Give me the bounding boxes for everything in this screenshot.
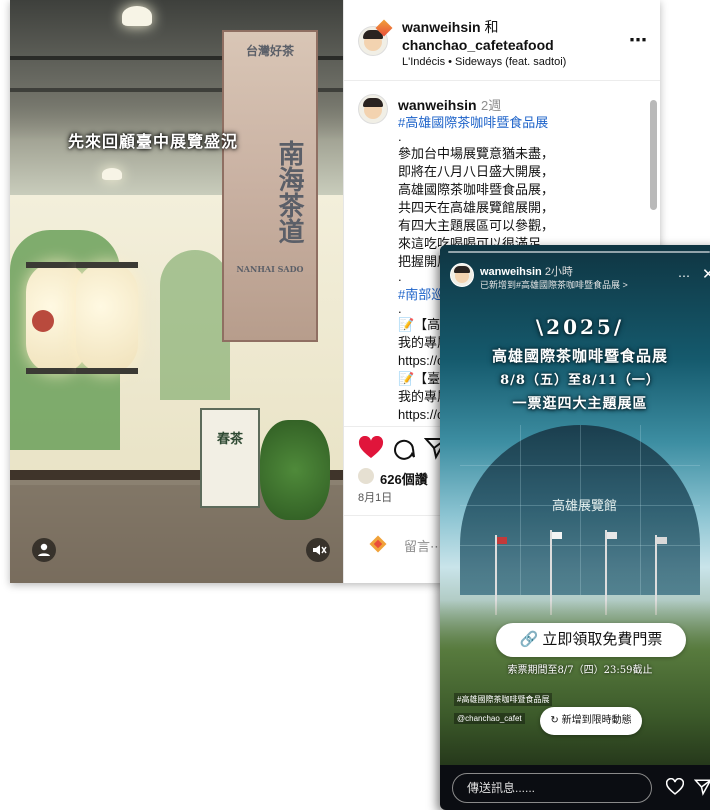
- story-title-year: \2025/: [535, 315, 625, 339]
- story-title-ticket: 一票逛四大主題展區: [512, 396, 648, 412]
- free-ticket-link-sticker[interactable]: 🔗 立即領取免費門票: [496, 623, 686, 657]
- caption-avatar[interactable]: [358, 94, 388, 124]
- flag: [552, 532, 562, 539]
- story-username[interactable]: wanweihsin: [480, 266, 542, 278]
- story-send-icon[interactable]: [694, 778, 710, 796]
- add-story-label: 新增到限時動態: [561, 715, 632, 726]
- repost-icon: ↻: [550, 715, 562, 726]
- mute-button[interactable]: [306, 538, 330, 562]
- caption-line: 共四天在高雄展覽館展開，: [398, 200, 555, 215]
- header-usernames: wanweihsin 和 chanchao_cafeteafood: [402, 18, 554, 54]
- cta-label: 立即領取免費門票: [542, 631, 663, 648]
- lantern-seal: [32, 310, 54, 332]
- story-viewer: 高雄展覽館 wanweihsin 2小時 已新增到#高雄國際茶咖啡暨食品展 > …: [440, 245, 710, 810]
- facade-line: [640, 425, 641, 595]
- story-hashtag-sticker[interactable]: #高雄國際茶咖啡暨食品展: [454, 693, 553, 706]
- facade-line: [520, 425, 521, 595]
- ceiling-lamp: [102, 168, 122, 180]
- liker-avatar[interactable]: [358, 468, 374, 484]
- post-media[interactable]: 台灣好茶 南海茶道 NANHAI SADO 先來回顧臺中展覽盛況 春茶: [10, 0, 343, 583]
- story-close-icon[interactable]: ✕: [702, 265, 710, 283]
- caption-time: 2週: [481, 98, 502, 113]
- caption-hashtag-link[interactable]: #南部巡: [398, 284, 444, 303]
- speaker-muted-icon: [313, 545, 327, 555]
- caption-hashtag-link[interactable]: #高雄國際茶咖啡暨食品展: [398, 112, 548, 131]
- flag: [607, 532, 617, 539]
- product-sign: 春茶: [200, 408, 260, 508]
- caption-line: 有四大主題展區可以參觀，: [398, 218, 555, 233]
- music-attribution[interactable]: L'Indécis • Sideways (feat. sadtoi): [402, 56, 566, 68]
- flag: [657, 537, 667, 544]
- story-more-icon[interactable]: ⋯: [678, 269, 691, 283]
- person-icon: [38, 543, 50, 556]
- story-like-heart-icon[interactable]: [666, 778, 684, 796]
- paper-lantern: [76, 262, 138, 374]
- story-message-input[interactable]: 傳送訊息......: [452, 773, 652, 803]
- lantern-band: [76, 262, 138, 268]
- tagged-users-button[interactable]: [32, 538, 56, 562]
- story-title-dates: 8/8（五）至8/11（一）: [500, 373, 660, 388]
- caption-line: 即將在八月八日盛大開展，: [398, 164, 555, 179]
- like-heart-icon[interactable]: [358, 436, 384, 460]
- green-panel: [160, 250, 230, 400]
- banner-top-text: 台灣好茶: [245, 44, 294, 58]
- story-mention-sticker[interactable]: @chanchao_cafet: [454, 713, 525, 724]
- story-progress-bar: [448, 251, 710, 253]
- story-title-event: 高雄國際茶咖啡暨食品展: [491, 347, 668, 365]
- story-header: wanweihsin 2小時: [480, 263, 573, 279]
- link-icon: 🔗: [519, 631, 539, 648]
- flag: [497, 537, 507, 544]
- post-date: 8月1日: [358, 492, 393, 504]
- header-divider: [344, 80, 660, 81]
- likes-count[interactable]: 626個讚: [380, 469, 428, 488]
- comment-icon[interactable]: [392, 436, 416, 460]
- banner-main-text: 南海茶道: [274, 140, 304, 244]
- caption-scrollbar[interactable]: [650, 100, 657, 210]
- more-options-icon[interactable]: ⋯: [629, 30, 648, 51]
- header-user2-link[interactable]: chanchao_cafeteafood: [402, 37, 554, 53]
- potted-plant: [260, 420, 330, 520]
- caption-username[interactable]: wanweihsin: [398, 97, 477, 113]
- hanging-banner: 台灣好茶 南海茶道 NANHAI SADO: [222, 30, 318, 342]
- ceiling-lamp: [122, 6, 152, 26]
- story-highlight-link[interactable]: 已新增到#高雄國際茶咖啡暨食品展 >: [480, 278, 628, 291]
- story-avatar[interactable]: [450, 263, 474, 287]
- caption-line: 參加台中場展覽意猶未盡，: [398, 146, 555, 161]
- building-sign: 高雄展覽館: [552, 499, 618, 514]
- add-to-story-button[interactable]: ↻ 新增到限時動態: [540, 707, 642, 735]
- header-and-word: 和: [484, 19, 499, 35]
- ticket-deadline: 索票期間至8/7（四）23:59截止: [507, 665, 653, 676]
- lantern-band: [76, 368, 138, 374]
- header-user1-link[interactable]: wanweihsin: [402, 19, 481, 35]
- banner-english-text: NANHAI SADO: [236, 264, 304, 274]
- sign-title: 春茶: [216, 432, 243, 447]
- emoji-sticker-icon[interactable]: [366, 532, 390, 556]
- avatar-hair: [363, 98, 383, 107]
- caption-line: 高雄國際茶咖啡暨食品展，: [398, 182, 555, 197]
- caption-url[interactable]: https://c: [398, 406, 444, 424]
- avatar-hair: [454, 266, 470, 273]
- caption-url[interactable]: https://c: [398, 352, 444, 370]
- story-time: 2小時: [544, 266, 573, 278]
- caption-dot: .: [398, 129, 402, 144]
- media-overlay-caption: 先來回顧臺中展覽盛況: [68, 132, 239, 151]
